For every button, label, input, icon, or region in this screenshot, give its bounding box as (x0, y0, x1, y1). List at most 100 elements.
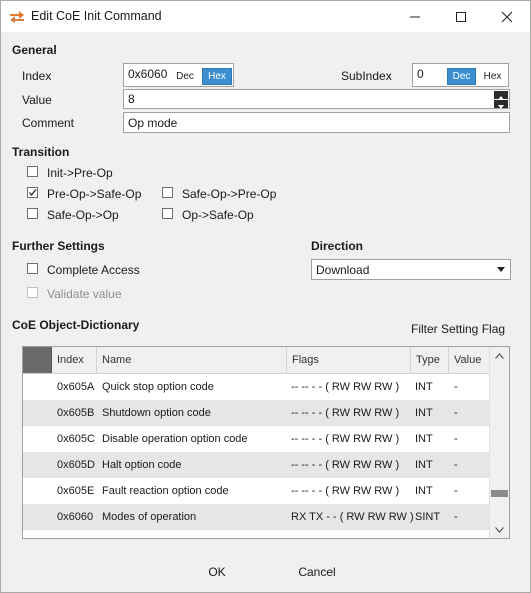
row-flags: -- -- - - ( RW RW RW ) (291, 381, 400, 393)
subindex-dec-toggle[interactable]: Dec (447, 68, 476, 85)
column-header-name[interactable]: Name (97, 347, 287, 373)
comment-text: Op mode (128, 116, 178, 130)
index-hex-toggle[interactable]: Hex (202, 68, 232, 85)
header-corner[interactable] (23, 347, 52, 373)
complete-access-label: Complete Access (47, 263, 140, 277)
table-row[interactable]: 0x605C Disable operation option code -- … (23, 426, 490, 452)
cancel-button[interactable]: Cancel (282, 560, 352, 584)
table-row[interactable]: 0x605E Fault reaction option code -- -- … (23, 478, 490, 504)
row-value: - (454, 433, 458, 445)
safeop-op-label: Safe-Op->Op (47, 208, 119, 222)
window-title: Edit CoE Init Command (31, 9, 162, 23)
complete-access-checkbox[interactable] (27, 263, 38, 274)
chevron-down-icon (497, 267, 505, 272)
subindex-label: SubIndex (341, 69, 392, 83)
op-safeop-label: Op->Safe-Op (182, 208, 254, 222)
row-value: - (454, 485, 458, 497)
row-flags: -- -- - - ( RW RW RW ) (291, 433, 400, 445)
minimize-icon (410, 16, 420, 17)
row-value: - (454, 407, 458, 419)
spin-down-icon (498, 105, 504, 109)
check-icon (28, 189, 37, 197)
vertical-scrollbar[interactable] (489, 347, 509, 538)
general-heading: General (12, 43, 57, 57)
value-input[interactable]: 8 (123, 89, 510, 109)
row-index: 0x605E (57, 485, 95, 497)
row-type: INT (415, 485, 433, 497)
comment-label: Comment (22, 116, 75, 130)
app-arrows-icon (10, 11, 24, 23)
ok-button[interactable]: OK (187, 560, 247, 584)
index-label: Index (22, 69, 52, 83)
minimize-button[interactable] (392, 1, 438, 32)
scroll-thumb[interactable] (491, 490, 508, 497)
row-type: INT (415, 459, 433, 471)
preop-safeop-label: Pre-Op->Safe-Op (47, 187, 142, 201)
direction-heading: Direction (311, 239, 364, 253)
init-preop-label: Init->Pre-Op (47, 166, 113, 180)
table-row[interactable]: 0x605B Shutdown option code -- -- - - ( … (23, 400, 490, 426)
spin-down-button[interactable] (494, 100, 508, 109)
close-button[interactable] (484, 1, 530, 32)
row-index: 0x605B (57, 407, 95, 419)
row-name: Quick stop option code (102, 381, 214, 393)
op-safeop-checkbox[interactable] (162, 208, 173, 219)
row-value: - (454, 381, 458, 393)
title-bar: Edit CoE Init Command (1, 1, 530, 32)
row-index: 0x605C (57, 433, 95, 445)
preop-safeop-checkbox[interactable] (27, 187, 38, 198)
subindex-field[interactable]: 0 Dec Hex (412, 63, 509, 87)
table-row[interactable]: 0x605A Quick stop option code -- -- - - … (23, 374, 490, 400)
index-field[interactable]: 0x6060 Dec Hex (123, 63, 234, 87)
row-flags: -- -- - - ( RW RW RW ) (291, 485, 400, 497)
column-header-value[interactable]: Value (449, 347, 490, 373)
comment-input[interactable]: Op mode (123, 112, 510, 133)
row-index: 0x605D (57, 459, 95, 471)
row-type: INT (415, 407, 433, 419)
table-row[interactable]: 0x605D Halt option code -- -- - - ( RW R… (23, 452, 490, 478)
validate-value-checkbox[interactable] (27, 287, 38, 298)
row-flags: RX TX - - ( RW RW RW ) (291, 511, 414, 523)
index-dec-toggle[interactable]: Dec (170, 68, 200, 85)
row-name: Shutdown option code (102, 407, 211, 419)
index-value: 0x6060 (128, 67, 168, 81)
direction-select[interactable]: Download (311, 259, 511, 280)
maximize-icon (456, 11, 466, 22)
safeop-preop-checkbox[interactable] (162, 187, 173, 198)
row-name: Modes of operation (102, 511, 197, 523)
row-name: Halt option code (102, 459, 182, 471)
close-icon (501, 11, 513, 22)
row-type: INT (415, 433, 433, 445)
column-header-index[interactable]: Index (52, 347, 97, 373)
init-preop-checkbox[interactable] (27, 166, 38, 177)
scroll-down-icon[interactable] (495, 527, 504, 533)
table-header: Index Name Flags Type Value (23, 347, 490, 374)
row-type: SINT (415, 511, 441, 523)
safeop-op-checkbox[interactable] (27, 208, 38, 219)
direction-selected: Download (316, 263, 370, 277)
row-value: - (454, 511, 458, 523)
row-index: 0x6060 (57, 511, 94, 523)
filter-setting-flag-link[interactable]: Filter Setting Flag (411, 322, 505, 336)
row-flags: -- -- - - ( RW RW RW ) (291, 407, 400, 419)
column-header-type[interactable]: Type (411, 347, 449, 373)
value-label: Value (22, 93, 52, 107)
transition-heading: Transition (12, 145, 70, 159)
object-dictionary-table: Index Name Flags Type Value 0x605A Quick… (22, 346, 510, 539)
validate-value-label: Validate value (47, 287, 122, 301)
row-index: 0x605A (57, 381, 95, 393)
safeop-preop-label: Safe-Op->Pre-Op (182, 187, 277, 201)
dialog-window: Edit CoE Init Command General Index 0x60… (0, 0, 531, 593)
subindex-value: 0 (417, 67, 424, 81)
row-name: Fault reaction option code (102, 485, 229, 497)
scroll-up-icon[interactable] (495, 353, 504, 359)
row-value: - (454, 459, 458, 471)
value-text: 8 (128, 92, 135, 106)
spin-up-button[interactable] (494, 91, 508, 100)
further-settings-heading: Further Settings (12, 239, 105, 253)
subindex-hex-toggle[interactable]: Hex (478, 68, 507, 85)
table-row-selected[interactable]: 0x6060 Modes of operation RX TX - - ( RW… (23, 504, 490, 530)
maximize-button[interactable] (438, 1, 484, 32)
column-header-flags[interactable]: Flags (287, 347, 411, 373)
row-name: Disable operation option code (102, 433, 248, 445)
